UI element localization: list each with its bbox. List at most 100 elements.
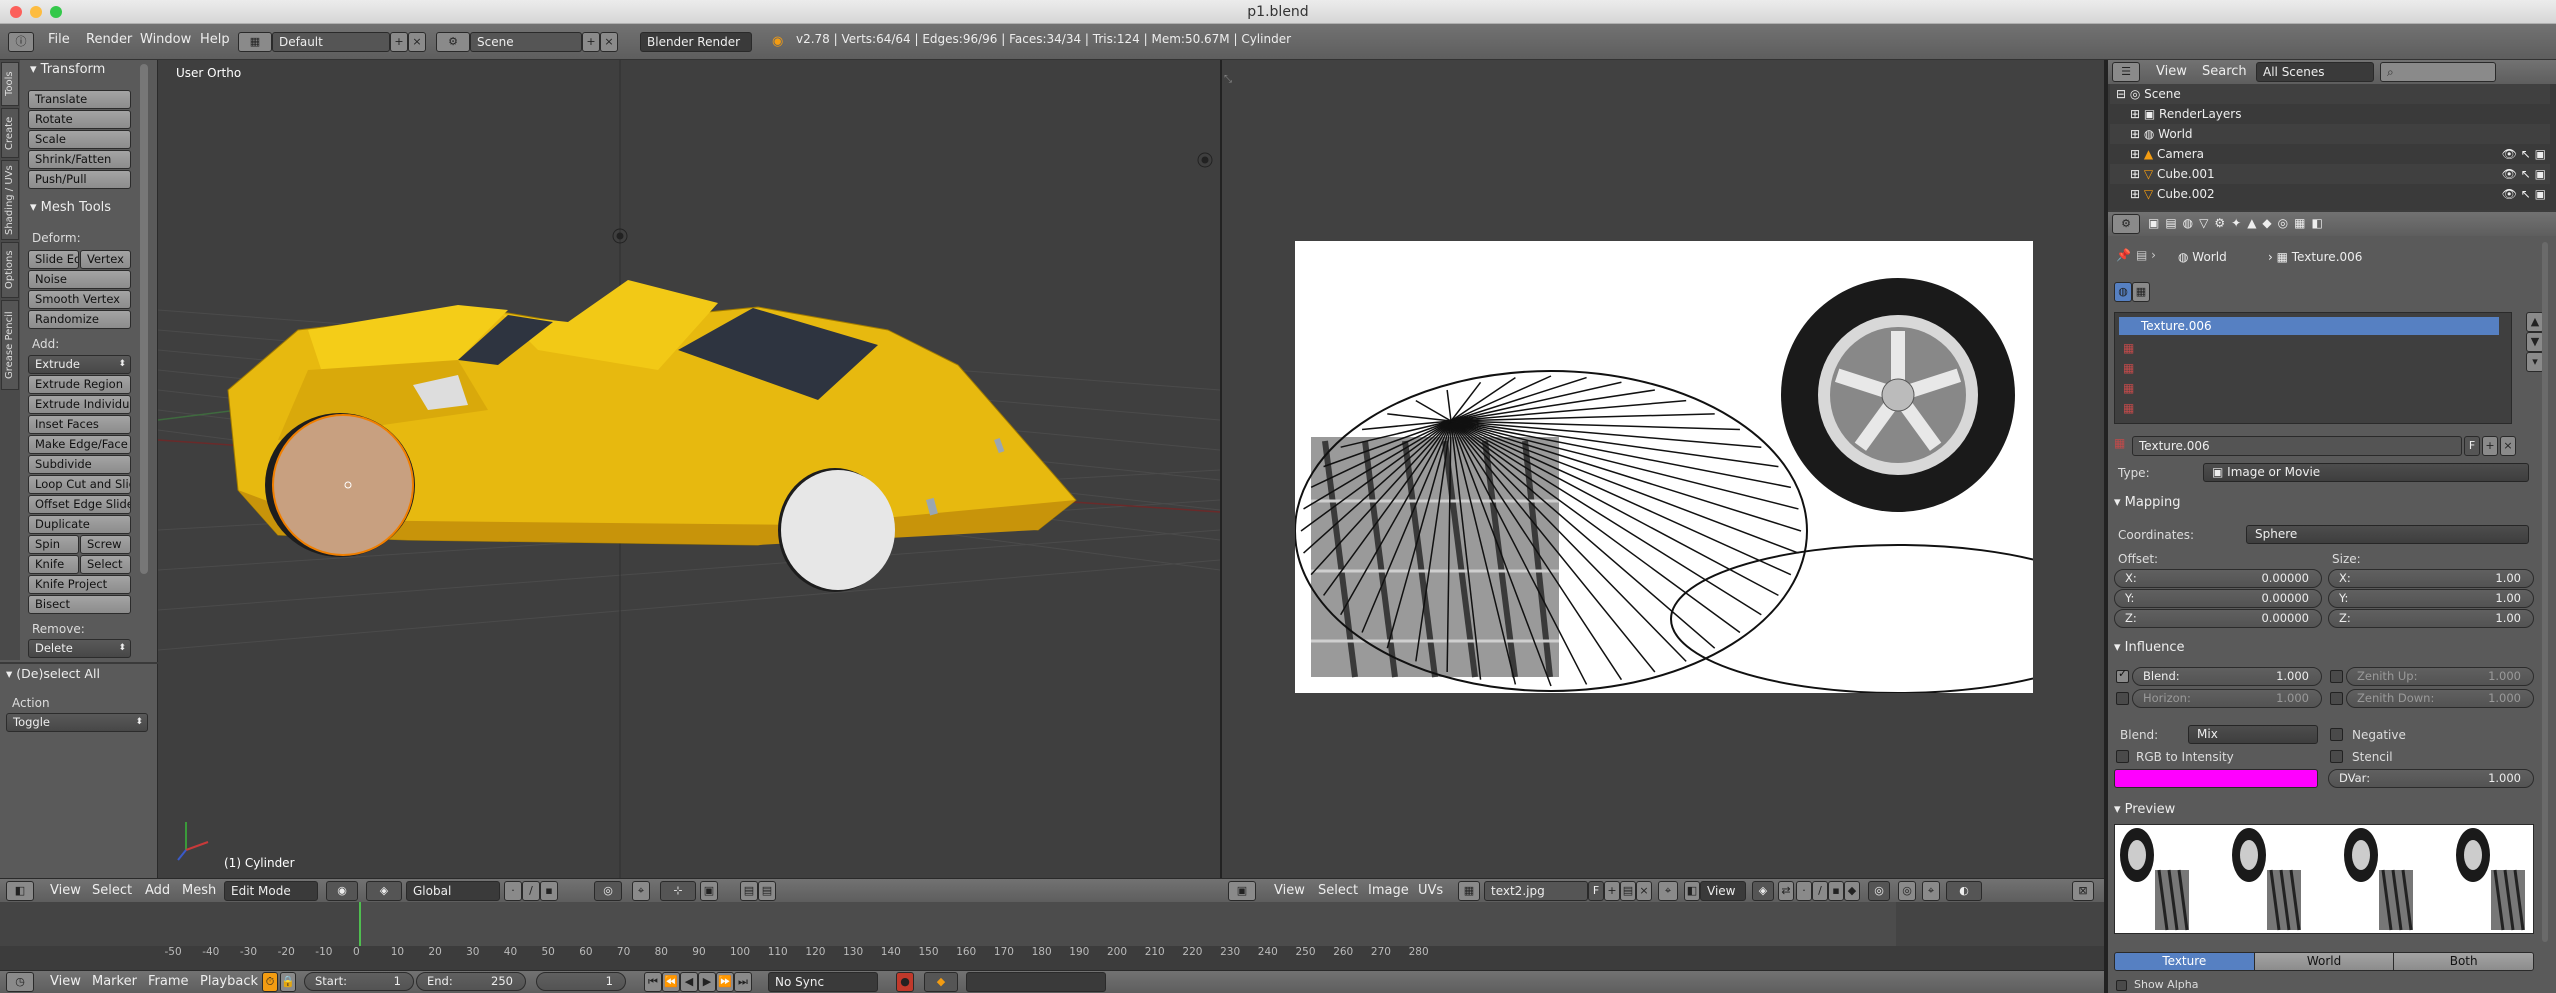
outliner-row-cube002[interactable]: ⊞ ▽ Cube.002 👁 ↖ ▣ [2110,184,2550,204]
outliner-search-input[interactable]: ⌕ [2380,62,2496,82]
menu-image[interactable]: Image [1368,883,1409,898]
outliner-display-select[interactable]: All Scenes [2256,62,2374,82]
editor-type-image-icon[interactable]: ▣ [1228,881,1256,901]
texture-browse-icon[interactable]: ▦ [2114,436,2130,455]
menu-select-3d[interactable]: Select [92,883,132,898]
shrink-fatten-button[interactable]: Shrink/Fatten [28,150,131,169]
menu-file[interactable]: File [48,32,70,47]
visibility-icons[interactable]: 👁 ↖ ▣ [2502,144,2546,164]
outliner-row-camera[interactable]: ⊞ ▲ Camera 👁 ↖ ▣ [2110,144,2550,164]
jump-end-icon[interactable]: ⏭ [734,972,752,992]
record-icon[interactable]: ● [896,972,914,992]
scale-button[interactable]: Scale [28,130,131,149]
menu-marker[interactable]: Marker [92,974,137,989]
render-slot-icon[interactable]: ⊠ [2072,881,2094,901]
snap-uv-icon[interactable]: ⌖ [1922,881,1940,901]
layer-icon[interactable]: ▤ [740,881,758,901]
make-edge-face-button[interactable]: Make Edge/Face [28,435,131,454]
end-frame-field[interactable]: End: 250 [416,972,526,991]
transform-orientation-select[interactable]: Global [406,881,500,901]
face-select-icon[interactable]: ▪ [540,881,558,901]
slot-icon[interactable]: ▦ [2123,361,2134,375]
menu-add-3d[interactable]: Add [145,883,170,898]
zenith-down-field[interactable]: Zenith Down: 1.000 [2346,689,2534,708]
menu-frame[interactable]: Frame [148,974,189,989]
horizon-checkbox[interactable] [2116,692,2129,705]
sticky-select-icon[interactable]: ◎ [1868,881,1890,901]
tool-shelf-scrollbar[interactable] [140,64,148,574]
pin-image-icon[interactable]: ⌖ [1658,881,1678,901]
randomize-button[interactable]: Randomize [28,310,131,329]
outliner-row-renderlayers[interactable]: ⊞ ▣ RenderLayers [2110,104,2550,124]
open-image-icon[interactable]: ▤ [1620,881,1636,901]
editor-type-3d-icon[interactable]: ◧ [6,881,34,901]
stencil-checkbox[interactable] [2330,750,2343,763]
delete-menu[interactable]: Delete ⬍ [28,639,131,658]
close-window-button[interactable] [10,6,22,18]
knife-select-button[interactable]: Select [80,555,131,574]
offset-edge-slide-button[interactable]: Offset Edge Slide [28,495,131,514]
mesh-tools-panel-header[interactable]: ▾ Mesh Tools [30,200,111,215]
vertex-slide-button[interactable]: Vertex [80,250,131,269]
snap-icon[interactable]: ⌖ [632,881,650,901]
timeline[interactable] [0,902,2104,972]
pivot-icon[interactable]: ◈ [1752,881,1774,901]
slot-icon[interactable]: ▦ [2123,341,2134,355]
info-editor-type-icon[interactable]: ⓘ [8,32,34,52]
menu-uvs[interactable]: UVs [1418,883,1443,898]
snap-element-icon[interactable]: ⊹ [660,881,696,901]
prev-keyframe-icon[interactable]: ⏪ [662,972,680,992]
lock-icon[interactable]: 🔒 [280,972,296,992]
menu-view-3d[interactable]: View [50,883,81,898]
noise-button[interactable]: Noise [28,270,131,289]
layout-icon[interactable]: ▦ [238,32,272,52]
inset-faces-button[interactable]: Inset Faces [28,415,131,434]
preview-range-icon[interactable]: ⏱ [262,972,278,992]
mode-icon[interactable]: ◧ [1684,881,1700,901]
visibility-icons[interactable]: 👁 ↖ ▣ [2502,184,2546,204]
negative-checkbox[interactable] [2330,728,2343,741]
preview-panel-header[interactable]: ▾ Preview [2114,802,2548,817]
texture-color-swatch[interactable] [2114,769,2318,788]
smooth-vertex-button[interactable]: Smooth Vertex [28,290,131,309]
edge-select-icon[interactable]: / [522,881,540,901]
zoom-window-button[interactable] [50,6,62,18]
texture-type-select[interactable]: ▣ Image or Movie [2203,463,2529,482]
slot-icon[interactable]: ▦ [2123,401,2134,415]
offset-z-field[interactable]: Z: 0.00000 [2114,609,2322,628]
visibility-icons[interactable]: 👁 ↖ ▣ [2502,164,2546,184]
scene-canvas[interactable] [158,60,1220,880]
blend-mode-select[interactable]: Mix [2188,725,2318,744]
world-texture-tab-icon[interactable]: ◍ [2114,282,2132,302]
play-reverse-icon[interactable]: ◀ [680,972,698,992]
image-browse-icon[interactable]: ▦ [1458,881,1480,901]
tab-grease-pencil[interactable]: Grease Pencil [1,300,19,390]
texture-fake-user-toggle[interactable]: F [2464,436,2480,456]
dvar-field[interactable]: DVar: 1.000 [2328,769,2534,788]
texture-slot-list[interactable]: Texture.006 ▦ ▦ ▦ ▦ [2114,312,2512,424]
3d-viewport[interactable]: User Ortho (1) Cylinder [158,60,1220,880]
outliner-row-scene[interactable]: ⊟ ◎ Scene [2110,84,2550,104]
horizon-field[interactable]: Horizon: 1.000 [2132,689,2322,708]
uv-vertex-icon[interactable]: · [1796,881,1812,901]
uv-image-editor[interactable]: ⤡ [1222,60,2126,880]
mapping-panel-header[interactable]: ▾ Mapping [2114,495,2548,510]
proportional-edit-icon[interactable]: ◎ [594,881,622,901]
display-channels-icon[interactable]: ◐ [1946,881,1982,901]
shading-mode-icon[interactable]: ◉ [326,881,358,901]
extrude-menu[interactable]: Extrude ⬍ [28,355,131,374]
menu-search-outliner[interactable]: Search [2202,64,2247,79]
sync-select-icon[interactable]: ⇄ [1778,881,1794,901]
offset-x-field[interactable]: X: 0.00000 [2114,569,2322,588]
texture-image[interactable] [1294,241,2126,694]
pin-icon[interactable]: 📌 [2116,248,2131,262]
menu-mesh-3d[interactable]: Mesh [182,883,216,898]
menu-help[interactable]: Help [200,32,230,47]
duplicate-button[interactable]: Duplicate [28,515,131,534]
influence-panel-header[interactable]: ▾ Influence [2114,640,2548,655]
zenith-up-checkbox[interactable] [2330,670,2343,683]
new-image-icon[interactable]: + [1604,881,1620,901]
preview-tab-world[interactable]: World [2253,953,2394,970]
extrude-individual-button[interactable]: Extrude Individual [28,395,131,414]
vertex-select-icon[interactable]: · [504,881,522,901]
